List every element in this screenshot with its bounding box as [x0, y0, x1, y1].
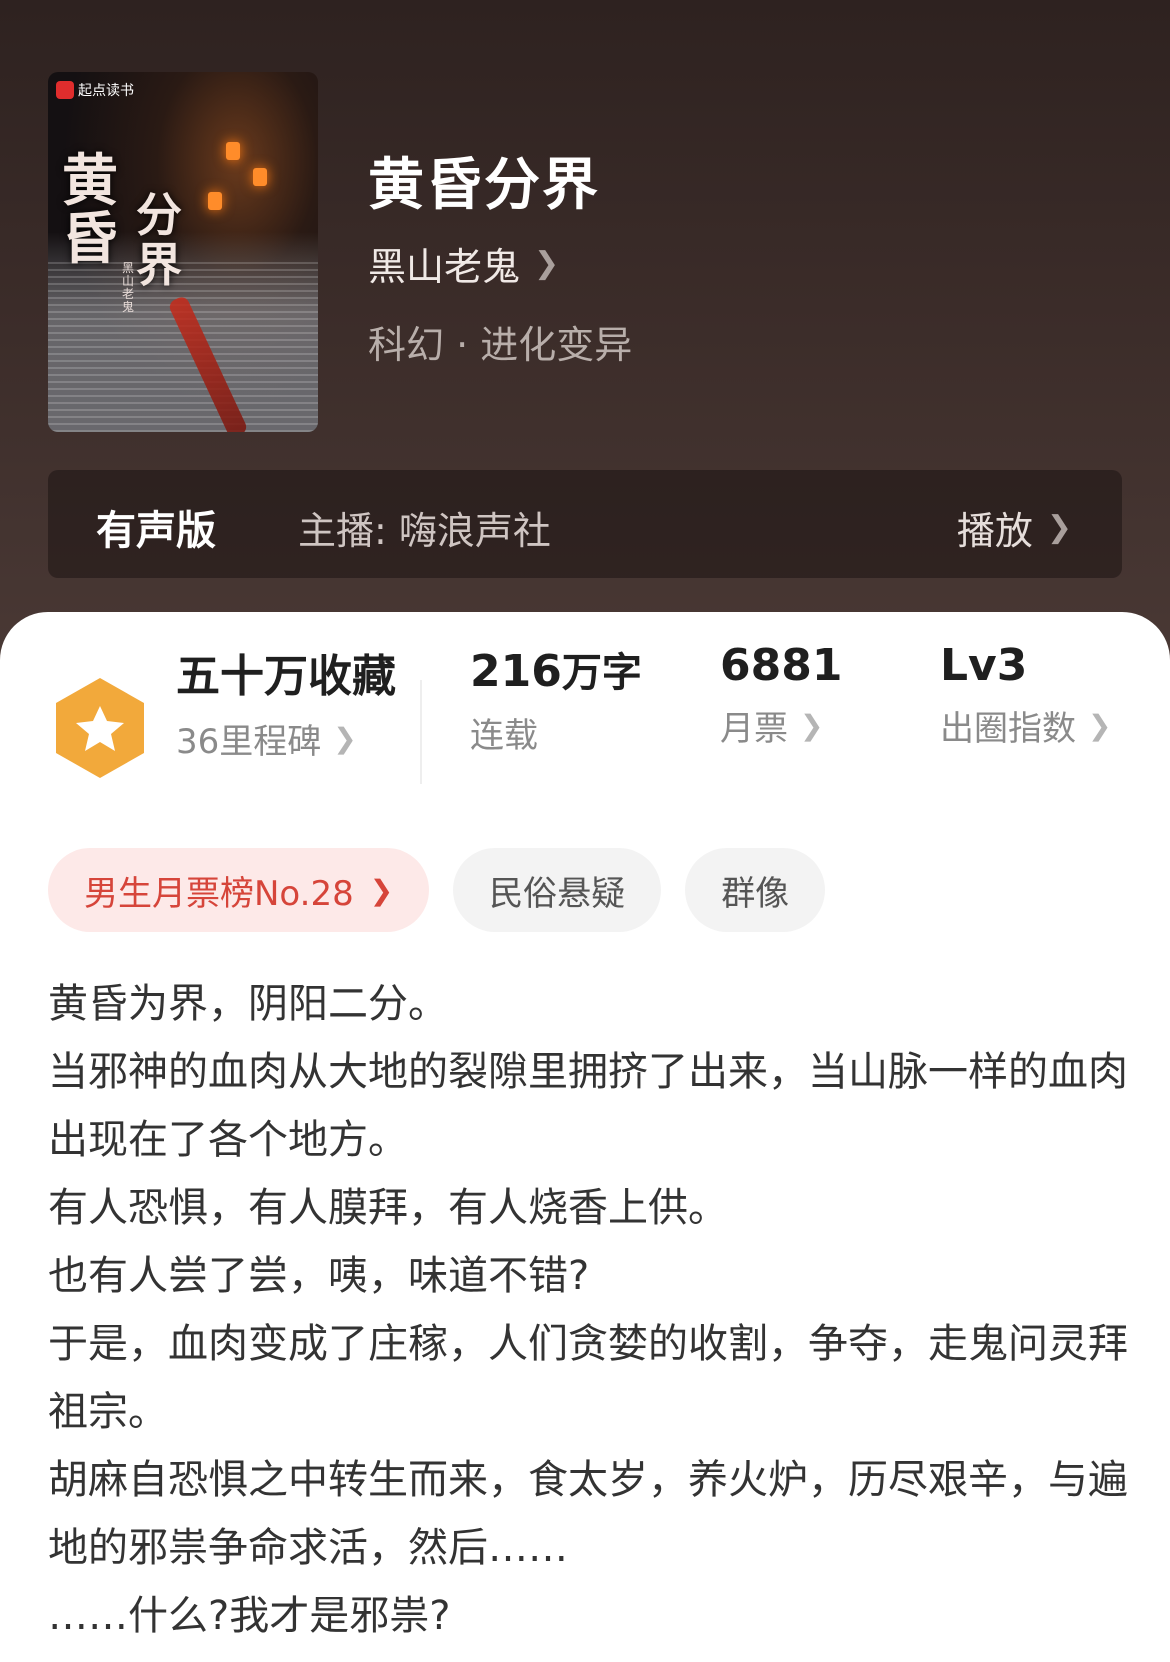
book-cover[interactable]: 起点读书 黄昏 分界 黑山老鬼: [48, 72, 318, 432]
cover-title-top: 黄昏: [62, 148, 118, 272]
synopsis-line: 黄昏为界，阴阳二分。: [48, 981, 448, 1027]
audio-play-button[interactable]: 播放 ❯: [957, 500, 1072, 555]
tag-chips: 男生月票榜No.28 ❯ 民俗悬疑 群像: [48, 848, 826, 932]
words-value: 216: [470, 646, 562, 697]
synopsis-line: ……什么?我才是邪祟?: [48, 1593, 451, 1639]
audio-version-bar[interactable]: 有声版 主播: 嗨浪声社 播放 ❯: [48, 470, 1122, 578]
stat-words: 216万字 连载: [470, 640, 642, 757]
play-label: 播放: [956, 509, 1033, 553]
chevron-right-icon: ❯: [333, 722, 357, 755]
tickets-label: 月票: [720, 709, 788, 749]
collections-value: 五十万收藏: [176, 651, 396, 702]
words-unit: 万字: [561, 650, 642, 696]
publisher-name: 起点读书: [78, 83, 134, 99]
level-label: 出圈指数: [940, 709, 1076, 749]
cover-title-bottom: 分界: [136, 188, 182, 292]
cover-author: 黑山老鬼: [122, 261, 135, 314]
synopsis-line: 于是，血肉变成了庄稼，人们贪婪的收割，争夺，走鬼问灵拜祖宗。: [48, 1321, 1128, 1435]
book-title: 黄昏分界: [368, 153, 600, 218]
book-header: 起点读书 黄昏 分界 黑山老鬼 黄昏分界 黑山老鬼 ❯ 科幻 · 进化变异 有声…: [0, 0, 1170, 680]
tag-chip-folk-mystery[interactable]: 民俗悬疑: [453, 848, 662, 932]
book-genre[interactable]: 科幻 · 进化变异: [368, 314, 632, 369]
synopsis-line: 当邪神的血肉从大地的裂隙里拥挤了出来，当山脉一样的血肉出现在了各个地方。: [48, 1049, 1128, 1163]
milestone-star-icon: [56, 678, 144, 778]
cover-lamp-decoration: [208, 192, 222, 210]
book-synopsis[interactable]: 黄昏为界，阴阳二分。 当邪神的血肉从大地的裂隙里拥挤了出来，当山脉一样的血肉出现…: [48, 970, 1128, 1650]
synopsis-line: 有人恐惧，有人膜拜，有人烧香上供。: [48, 1185, 728, 1231]
words-label: 连载: [470, 716, 538, 756]
tickets-value: 6881: [720, 640, 843, 691]
rank-label: 男生月票榜No.28: [84, 873, 354, 914]
tag-chip-ensemble[interactable]: 群像: [685, 848, 826, 932]
author-name: 黑山老鬼: [368, 245, 521, 289]
chevron-right-icon: ❯: [1088, 709, 1112, 742]
publisher-logo-icon: [56, 81, 74, 99]
stat-popularity-index[interactable]: Lv3 出圈指数 ❯: [940, 640, 1111, 750]
milestone-label: 36里程碑: [176, 722, 322, 762]
stats-divider: [420, 680, 422, 784]
audio-tag: 有声版: [96, 508, 216, 554]
stat-monthly-tickets[interactable]: 6881 月票 ❯: [720, 640, 842, 750]
rank-chip[interactable]: 男生月票榜No.28 ❯: [48, 848, 430, 932]
stat-collections[interactable]: 五十万收藏 36里程碑 ❯: [176, 640, 396, 763]
chevron-right-icon: ❯: [369, 873, 394, 907]
synopsis-line: 也有人尝了尝，咦，味道不错?: [48, 1253, 590, 1299]
cover-lamp-decoration: [253, 168, 267, 186]
chevron-right-icon: ❯: [534, 246, 560, 281]
chevron-right-icon: ❯: [800, 709, 824, 742]
author-link[interactable]: 黑山老鬼 ❯: [368, 236, 559, 291]
chevron-right-icon: ❯: [1046, 510, 1072, 545]
cover-lamp-decoration: [226, 142, 240, 160]
synopsis-line: 胡麻自恐惧之中转生而来，食太岁，养火炉，历尽艰辛，与遍地的邪祟争命求活，然后……: [48, 1457, 1128, 1571]
milestone-link[interactable]: 36里程碑 ❯: [176, 714, 396, 763]
level-value: Lv3: [940, 640, 1028, 691]
audio-anchor: 主播: 嗨浪声社: [298, 509, 551, 553]
details-sheet: 五十万收藏 36里程碑 ❯ 216万字 连载 6881 月票 ❯ Lv3 出圈指…: [0, 612, 1170, 1662]
cover-publisher-badge: 起点读书: [56, 80, 134, 100]
